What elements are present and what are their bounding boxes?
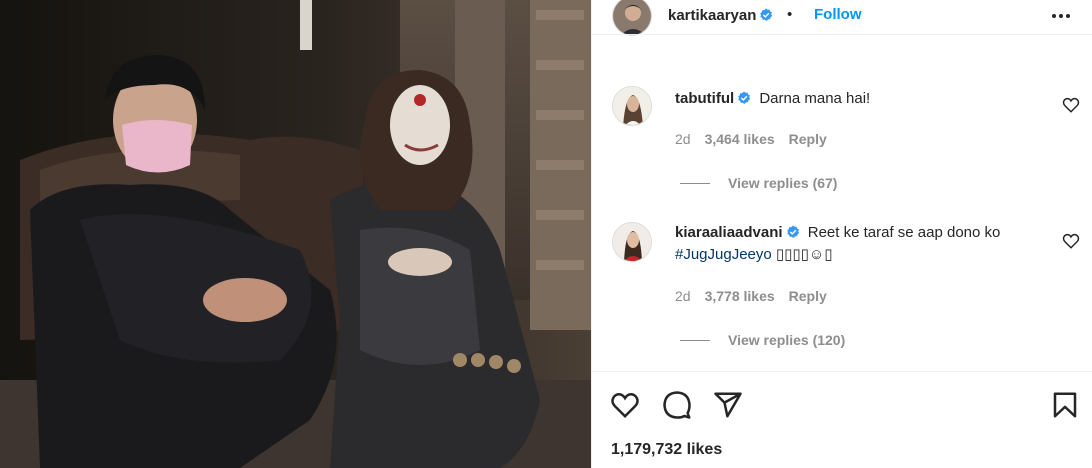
header-divider — [592, 34, 1092, 35]
comment-body: kiaraaliaadvani Reet ke taraf se aap don… — [675, 222, 1045, 266]
comment-age[interactable]: 2d — [675, 131, 691, 147]
commenter-username[interactable]: tabutiful — [675, 90, 751, 107]
replies-line — [680, 182, 710, 184]
reply-button[interactable]: Reply — [789, 131, 827, 147]
comment-text: Reet ke taraf se aap dono ko — [807, 224, 1001, 241]
commenter-avatar[interactable] — [612, 222, 652, 262]
verified-badge-icon — [760, 8, 773, 21]
post-likes-count[interactable]: 1,179,732 likes — [611, 441, 722, 459]
comment-meta: 2d 3,464 likes Reply — [675, 131, 827, 147]
verified-badge-icon — [738, 91, 751, 104]
reply-button[interactable]: Reply — [789, 288, 827, 304]
comment-age[interactable]: 2d — [675, 288, 691, 304]
comment-text: Darna mana hai! — [759, 90, 871, 107]
commenter-avatar[interactable] — [612, 86, 652, 126]
bookmark-icon[interactable] — [1050, 390, 1080, 420]
follow-button[interactable]: Follow — [814, 6, 862, 23]
commenter-username-text[interactable]: tabutiful — [675, 90, 734, 107]
post-photo[interactable] — [0, 0, 591, 468]
comment-meta: 2d 3,778 likes Reply — [675, 288, 827, 304]
view-replies-button[interactable]: View replies (67) — [680, 175, 837, 191]
post-photo-illustration — [0, 0, 591, 468]
commenter-username[interactable]: kiaraaliaadvani — [675, 224, 800, 241]
actions-divider — [592, 371, 1092, 372]
action-bar — [592, 386, 1092, 422]
verified-badge-icon — [786, 225, 799, 238]
comment-hashtag[interactable]: #JugJugJeeyo — [675, 246, 772, 263]
header-separator: • — [787, 6, 793, 23]
replies-line — [680, 339, 710, 341]
share-icon[interactable] — [713, 390, 743, 420]
heart-icon[interactable] — [1062, 96, 1080, 114]
post-header: kartikaaryan • Follow — [592, 0, 1092, 36]
author-avatar[interactable] — [612, 0, 652, 36]
author-username-text[interactable]: kartikaaryan — [668, 7, 756, 24]
view-replies-button[interactable]: View replies (120) — [680, 332, 845, 348]
commenter-username-text[interactable]: kiaraaliaadvani — [675, 224, 783, 241]
view-replies-label[interactable]: View replies (120) — [728, 332, 845, 348]
comment-likes[interactable]: 3,464 likes — [705, 131, 775, 147]
author-username[interactable]: kartikaaryan — [668, 7, 773, 24]
comment-likes[interactable]: 3,778 likes — [705, 288, 775, 304]
view-replies-label[interactable]: View replies (67) — [728, 175, 837, 191]
post-sidebar: kartikaaryan • Follow tabutiful Darna ma… — [591, 0, 1092, 468]
comment-icon[interactable] — [662, 390, 692, 420]
comment-body: tabutiful Darna mana hai! — [675, 88, 1045, 110]
more-options-icon[interactable] — [1049, 6, 1073, 26]
heart-icon[interactable] — [610, 390, 640, 420]
comment-emoji: ▯▯▯▯☺▯ — [771, 246, 833, 263]
heart-icon[interactable] — [1062, 232, 1080, 250]
